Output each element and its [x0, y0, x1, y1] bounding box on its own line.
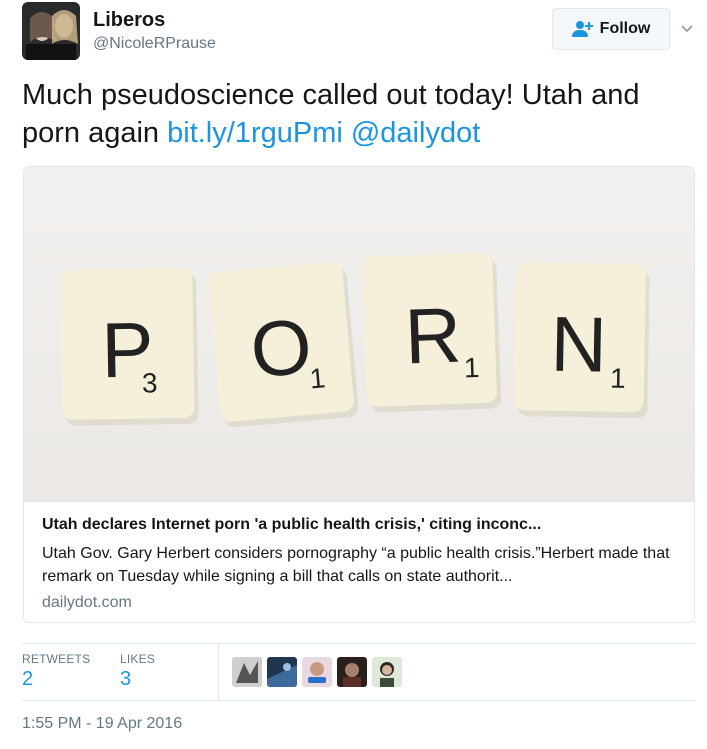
- liker-avatar[interactable]: [267, 657, 297, 687]
- card-image: P 3 O 1 R 1 N 1: [24, 167, 694, 501]
- follow-user-icon: [571, 20, 594, 38]
- likes-stat[interactable]: LIKES 3: [120, 652, 155, 691]
- tile-n-value: 1: [610, 363, 626, 394]
- tile-n: N 1: [513, 262, 650, 419]
- likes-count: 3: [120, 668, 132, 690]
- tile-r-value: 1: [463, 352, 480, 384]
- more-options-chevron-icon[interactable]: [680, 22, 694, 36]
- tweet-stats: RETWEETS 2 LIKES 3: [22, 643, 695, 701]
- retweets-stat[interactable]: RETWEETS 2: [22, 652, 90, 691]
- tweet-timestamp[interactable]: 1:55 PM - 19 Apr 2016: [22, 715, 182, 733]
- tweet-text: Much pseudoscience called out today! Uta…: [22, 76, 682, 152]
- follow-button[interactable]: Follow: [552, 8, 670, 50]
- liker-avatar[interactable]: [372, 657, 402, 687]
- tile-n-letter: N: [550, 300, 608, 389]
- user-handle[interactable]: @NicoleRPrause: [93, 35, 216, 53]
- likers-avatars: [232, 657, 402, 687]
- card-title[interactable]: Utah declares Internet porn 'a public he…: [42, 516, 541, 534]
- likes-label: LIKES: [120, 652, 156, 666]
- retweets-label: RETWEETS: [22, 652, 91, 666]
- link-card[interactable]: P 3 O 1 R 1 N 1 Utah declares Internet p…: [23, 166, 695, 623]
- follow-button-label: Follow: [599, 20, 651, 37]
- tile-r-letter: R: [403, 291, 462, 381]
- card-description: Utah Gov. Gary Herbert considers pornogr…: [42, 545, 670, 585]
- tile-p-value: 3: [142, 367, 158, 398]
- card-domain: dailydot.com: [42, 594, 132, 611]
- display-name[interactable]: Liberos: [93, 9, 165, 32]
- tile-o-value: 1: [308, 362, 326, 394]
- tile-p: P 3: [60, 267, 199, 426]
- tile-o: O 1: [208, 262, 359, 428]
- card-body: Utah declares Internet porn 'a public he…: [24, 501, 694, 622]
- tile-r: R 1: [362, 252, 502, 413]
- tweet-mention[interactable]: @dailydot: [351, 117, 480, 149]
- tweet-link[interactable]: bit.ly/1rguPmi: [167, 117, 343, 149]
- liker-avatar[interactable]: [302, 657, 332, 687]
- liker-avatar[interactable]: [232, 657, 262, 687]
- liker-avatar[interactable]: [337, 657, 367, 687]
- stats-divider: [218, 644, 219, 700]
- profile-avatar[interactable]: [22, 2, 80, 60]
- retweets-count: 2: [22, 668, 34, 690]
- tile-o-letter: O: [247, 301, 315, 394]
